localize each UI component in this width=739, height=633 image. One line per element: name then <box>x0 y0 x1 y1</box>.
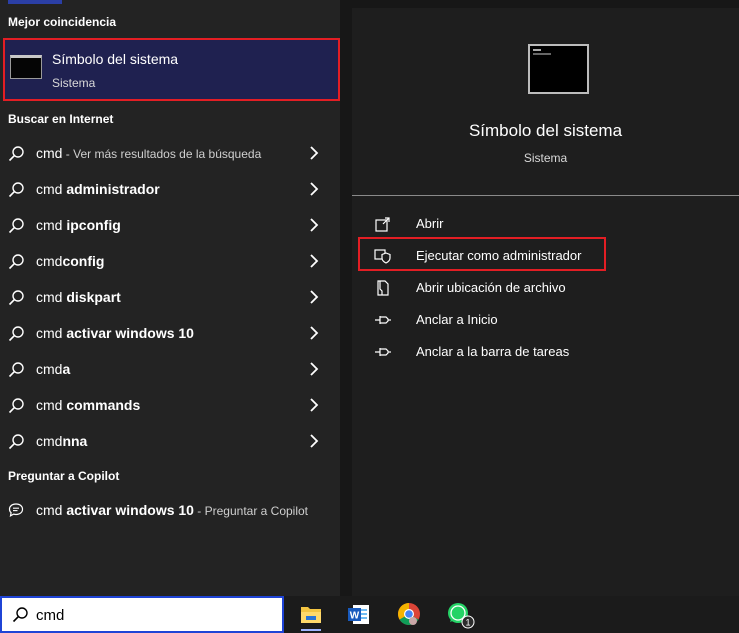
open-icon <box>375 217 390 232</box>
web-result-hint: - Ver más resultados de la búsqueda <box>62 147 262 161</box>
action-open-label: Abrir <box>416 216 444 231</box>
chevron-right-icon <box>310 218 319 232</box>
search-icon <box>8 218 24 234</box>
web-result-prefix: cmd <box>36 253 63 269</box>
search-results-pane: Mejor coincidencia Símbolo del sistema S… <box>0 0 340 596</box>
web-result-bold: activar windows 10 <box>66 325 194 341</box>
whatsapp-icon: 1 <box>448 603 475 629</box>
web-result-item[interactable]: cmd commands <box>0 388 338 422</box>
web-result-prefix: cmd <box>36 361 63 377</box>
web-result-prefix: cmd <box>36 181 67 197</box>
web-result-bold: diskpart <box>66 289 121 305</box>
web-result-prefix: cmd <box>36 433 63 449</box>
chevron-right-icon <box>310 326 319 340</box>
copilot-prefix: cmd <box>36 502 67 518</box>
web-result-prefix: cmd <box>36 325 67 341</box>
web-search-heading: Buscar en Internet <box>8 112 114 126</box>
taskbar-file-explorer[interactable] <box>291 599 331 631</box>
web-result-bold: a <box>62 361 71 377</box>
web-result-item[interactable]: cmd activar windows 10 <box>0 316 338 350</box>
detail-pane: Símbolo del sistema Sistema Abrir Ejecut… <box>340 0 739 596</box>
web-result-item[interactable]: cmdnna <box>0 424 338 458</box>
search-icon <box>8 398 24 414</box>
best-match-name: Símbolo del sistema <box>52 51 179 67</box>
search-icon <box>8 254 24 270</box>
word-icon: W <box>348 605 369 624</box>
web-result-prefix: cmd <box>36 289 67 305</box>
command-prompt-icon <box>10 55 42 79</box>
web-result-item[interactable]: cmdconfig <box>0 244 338 278</box>
svg-text:W: W <box>350 611 360 622</box>
web-result-prefix: cmd <box>36 397 67 413</box>
taskbar-word[interactable]: W <box>339 599 379 631</box>
best-match-heading: Mejor coincidencia <box>8 15 117 29</box>
action-open-file-location-label: Abrir ubicación de archivo <box>416 280 566 295</box>
web-result-bold: ipconfig <box>66 217 121 233</box>
chevron-right-icon <box>310 398 319 412</box>
search-icon <box>8 182 24 198</box>
web-result-bold: administrador <box>66 181 160 197</box>
taskbar-chrome[interactable] <box>389 599 429 631</box>
chevron-right-icon <box>310 362 319 376</box>
command-prompt-large-icon <box>528 44 589 94</box>
copilot-result[interactable]: cmd activar windows 10 - Preguntar a Cop… <box>0 493 338 527</box>
taskbar-search-box[interactable] <box>0 596 284 633</box>
web-result-item[interactable]: cmd ipconfig <box>0 208 338 242</box>
web-result-bold: config <box>62 253 105 269</box>
search-input[interactable] <box>36 604 276 626</box>
chrome-icon <box>398 603 420 625</box>
file-location-icon <box>377 280 389 296</box>
search-icon <box>8 146 24 162</box>
search-icon <box>12 607 28 623</box>
action-open-file-location[interactable]: Abrir ubicación de archivo <box>374 275 624 301</box>
action-open[interactable]: Abrir <box>374 211 624 237</box>
active-filter-indicator <box>8 0 62 4</box>
search-icon <box>8 290 24 306</box>
action-run-as-admin[interactable]: Ejecutar como administrador <box>374 243 624 269</box>
divider <box>352 195 739 196</box>
best-match-item[interactable]: Símbolo del sistema Sistema <box>3 38 340 101</box>
pin-icon <box>375 348 391 356</box>
detail-app-name: Símbolo del sistema <box>468 121 623 140</box>
notification-badge: 1 <box>465 618 470 628</box>
chevron-right-icon <box>310 434 319 448</box>
chevron-right-icon <box>310 146 319 160</box>
search-icon <box>8 434 24 450</box>
web-result-bold: nna <box>62 433 88 449</box>
running-indicator <box>301 629 321 631</box>
web-result-bold: commands <box>66 397 141 413</box>
action-pin-to-start[interactable]: Anclar a Inicio <box>374 307 624 333</box>
copilot-hint: - Preguntar a Copilot <box>193 504 309 518</box>
pin-icon <box>375 316 391 324</box>
web-result-item[interactable]: cmd diskpart <box>0 280 338 314</box>
action-run-as-admin-label: Ejecutar como administrador <box>416 248 582 263</box>
copilot-heading: Preguntar a Copilot <box>8 469 120 483</box>
best-match-type: Sistema <box>52 76 96 90</box>
folder-icon <box>301 607 321 623</box>
action-pin-to-taskbar-label: Anclar a la barra de tareas <box>416 344 570 359</box>
shield-icon <box>374 249 391 264</box>
search-icon <box>8 362 24 378</box>
taskbar-whatsapp[interactable]: 1 <box>438 599 478 631</box>
chat-icon <box>8 503 24 517</box>
chevron-right-icon <box>310 254 319 268</box>
action-pin-to-start-label: Anclar a Inicio <box>416 312 498 327</box>
copilot-bold: activar windows 10 <box>66 502 194 518</box>
action-pin-to-taskbar[interactable]: Anclar a la barra de tareas <box>374 339 624 365</box>
web-result-item[interactable]: cmd - Ver más resultados de la búsqueda <box>0 136 338 170</box>
detail-app-type: Sistema <box>523 151 568 165</box>
search-icon <box>8 326 24 342</box>
web-result-item[interactable]: cmd administrador <box>0 172 338 206</box>
chevron-right-icon <box>310 290 319 304</box>
detail-card: Símbolo del sistema Sistema Abrir Ejecut… <box>352 8 739 596</box>
chevron-right-icon <box>310 182 319 196</box>
web-result-prefix: cmd <box>36 217 67 233</box>
web-result-prefix: cmd <box>36 145 63 161</box>
taskbar: W 1 <box>0 596 739 633</box>
web-result-item[interactable]: cmda <box>0 352 338 386</box>
